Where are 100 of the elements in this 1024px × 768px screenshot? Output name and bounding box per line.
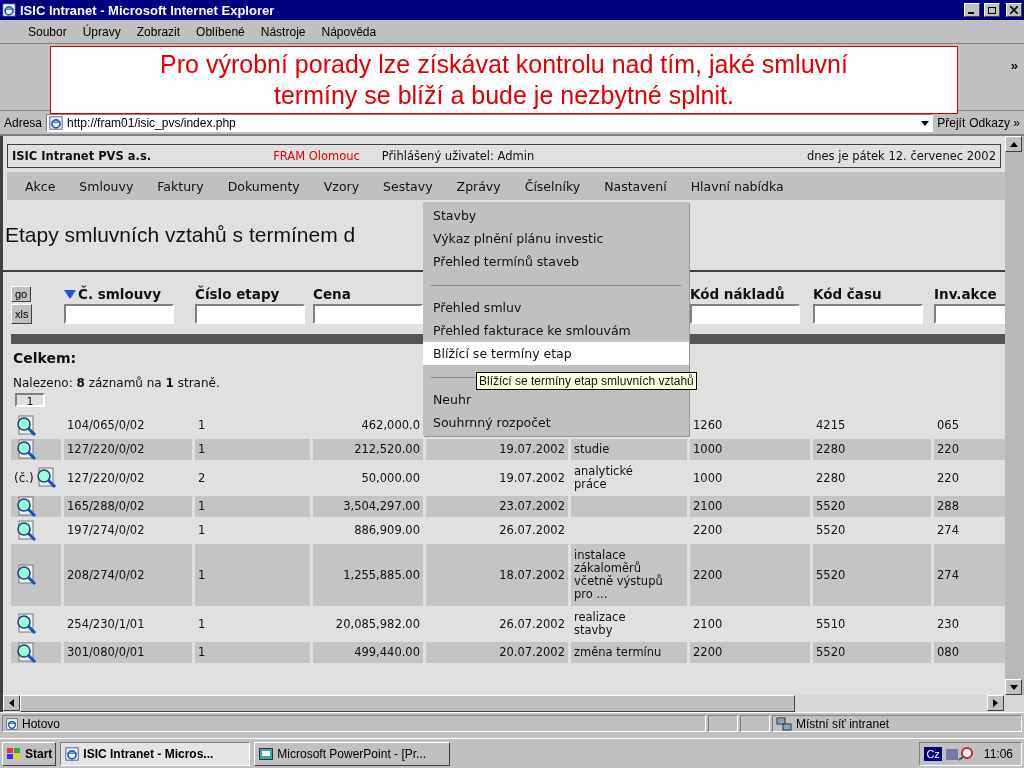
more-button[interactable]: »: [1010, 58, 1018, 73]
menu-item[interactable]: Zobrazit: [128, 24, 189, 39]
language-indicator[interactable]: Cz: [924, 746, 942, 761]
menu-item[interactable]: Úpravy: [74, 24, 129, 39]
dropdown-item[interactable]: Blížící se termíny etap: [423, 342, 689, 365]
address-label: Adresa: [4, 115, 43, 130]
taskbar-button[interactable]: ISIC Intranet - Micros...: [60, 741, 251, 766]
contract-cell: 127/220/0/02: [64, 439, 192, 460]
column-header[interactable]: Kód nákladů: [690, 286, 810, 302]
stage-cell-text: 2: [197, 469, 207, 487]
maximize-button[interactable]: [984, 3, 1000, 17]
callout-text: Pro výrobní porady lze získávat kontrolu nad tím, jaké smluvní termíny se blíží a bude je nezbytné splnit.: [50, 46, 958, 114]
horizontal-scrollbar[interactable]: [3, 695, 1024, 712]
start-button[interactable]: Start: [2, 741, 57, 766]
dropdown-item[interactable]: Přehled termínů staveb: [423, 250, 689, 273]
date-cell: 19.07.2002: [426, 439, 568, 460]
page-field[interactable]: 1: [15, 393, 45, 407]
price-cell-text: 20,085,982.00: [334, 615, 421, 633]
inv-action-cell: 288: [934, 496, 1005, 517]
nav-item[interactable]: Číselníky: [512, 178, 593, 194]
dropdown-item[interactable]: Přehled smluv: [423, 296, 689, 319]
note-text: (č.): [14, 471, 34, 485]
price-cell: 3,504,297.00: [313, 496, 423, 517]
scroll-thumb[interactable]: [20, 695, 795, 712]
cost-code-cell: 1000: [690, 439, 810, 460]
nav-item[interactable]: Hlavní nabídka: [678, 178, 796, 194]
magnifier-icon[interactable]: [14, 495, 38, 518]
nav-item[interactable]: Nastavení: [592, 178, 679, 194]
column-header[interactable]: Cena: [313, 286, 423, 302]
column-header[interactable]: Kód času: [813, 286, 931, 302]
stage-cell: 1: [195, 496, 310, 517]
vertical-scrollbar[interactable]: [1005, 136, 1024, 695]
column-header[interactable]: Inv.akce: [934, 286, 1005, 302]
cost-code-cell: 2200: [690, 544, 810, 606]
description-cell: studie: [571, 439, 687, 460]
scroll-right-icon[interactable]: [987, 695, 1004, 711]
menu-item[interactable]: Oblíbené: [188, 24, 253, 39]
column-header[interactable]: Č. smlouvy: [64, 286, 192, 302]
export-button[interactable]: xls: [11, 304, 33, 324]
magnifier-icon[interactable]: [14, 438, 38, 461]
menu-item[interactable]: Nástroje: [252, 24, 314, 39]
filter-field[interactable]: [813, 304, 923, 324]
go-button[interactable]: Přejít: [937, 115, 966, 130]
magnifier-icon[interactable]: [14, 641, 38, 664]
dropdown-item[interactable]: Stavby: [423, 204, 689, 227]
magnifier-icon[interactable]: [14, 519, 38, 542]
taskbar-button[interactable]: Microsoft PowerPoint - [Pr...: [254, 741, 451, 766]
stage-cell: 1: [195, 544, 310, 606]
dropdown-item[interactable]: Neuhr: [423, 388, 689, 411]
magnifier-icon[interactable]: [14, 613, 38, 635]
nav-item[interactable]: Sestavy: [371, 178, 445, 194]
inv-action-cell: 220: [934, 439, 1005, 460]
filter-field[interactable]: [690, 304, 800, 324]
date-cell-text: 26.07.2002: [498, 522, 566, 539]
menu-item[interactable]: Nápověda: [313, 24, 385, 39]
time-code-cell: 2280: [813, 439, 931, 460]
date-cell: 18.07.2002: [426, 544, 568, 606]
price-cell-text: 462,000.0: [360, 417, 421, 434]
scroll-left-icon[interactable]: [3, 695, 20, 711]
scroll-up-icon[interactable]: [1005, 136, 1022, 152]
cost-code-cell-text: 2200: [692, 522, 724, 539]
magnifier-icon[interactable]: [14, 564, 38, 586]
dropdown-item[interactable]: Přehled fakturace ke smlouvám: [423, 319, 689, 342]
nav-item[interactable]: Zprávy: [444, 178, 513, 194]
go-button[interactable]: go: [11, 286, 32, 302]
user-label: Přihlášený uživatel: Admin: [381, 149, 535, 163]
nav-item[interactable]: Vzory: [311, 178, 372, 194]
cost-code-cell: 2100: [690, 496, 810, 517]
filter-field[interactable]: [313, 304, 423, 324]
time-code-cell: 5520: [813, 642, 931, 663]
close-button[interactable]: [1006, 3, 1022, 17]
contract-cell-text: 104/065/0/02: [66, 417, 146, 434]
stage-cell: 1: [195, 642, 310, 663]
links-button[interactable]: Odkazy »: [969, 115, 1020, 130]
network-icon: [776, 716, 792, 731]
cost-code-cell-text: 2100: [692, 615, 724, 633]
contract-cell: 165/288/0/02: [64, 496, 192, 517]
tooltip: Blížící se termíny etap smluvních vztahů: [476, 372, 697, 390]
price-cell: 212,520.00: [313, 439, 423, 460]
tray-icon[interactable]: [944, 745, 975, 762]
nav-item[interactable]: Faktury: [145, 178, 216, 194]
filter-field[interactable]: [195, 304, 305, 324]
inv-action-cell: 274: [934, 544, 1005, 606]
filter-field[interactable]: [64, 304, 174, 324]
dropdown-item[interactable]: Souhrnný rozpočet: [423, 411, 689, 434]
dropdown-item[interactable]: Výkaz plnění plánu investic: [423, 227, 689, 250]
magnifier-icon[interactable]: [14, 414, 38, 437]
nav-item[interactable]: Smlouvy: [67, 178, 146, 194]
column-header[interactable]: Číslo etapy: [195, 286, 310, 302]
cost-code-cell: 2200: [690, 642, 810, 663]
nav-item[interactable]: Dokumenty: [215, 178, 312, 194]
minimize-button[interactable]: [964, 3, 980, 17]
contract-cell: 208/274/0/02: [64, 544, 192, 606]
company-name: ISIC Intranet PVS a.s.: [12, 149, 152, 163]
description-cell-text: analytické práce: [573, 463, 634, 493]
date-cell-text: 26.07.2002: [498, 615, 566, 633]
status-pane: [708, 715, 738, 732]
scroll-down-icon[interactable]: [1005, 679, 1022, 695]
nav-item[interactable]: Akce: [13, 178, 68, 194]
menu-item[interactable]: Soubor: [20, 24, 75, 39]
